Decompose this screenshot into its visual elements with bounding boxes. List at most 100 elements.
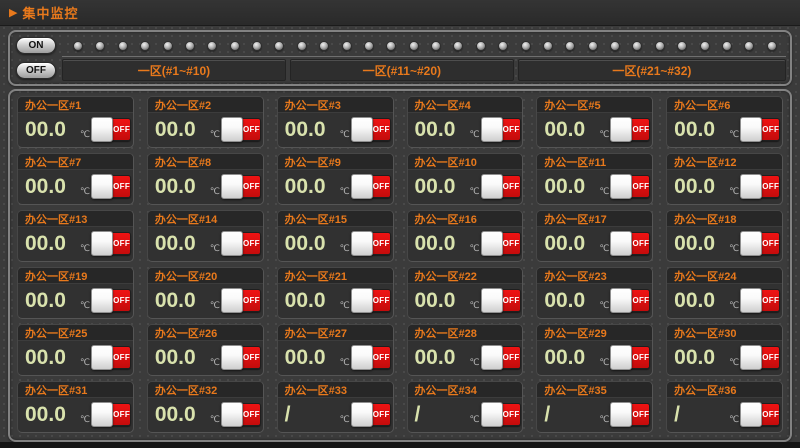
toggle-knob[interactable] xyxy=(351,231,373,256)
zone-cell-body: /℃OFF xyxy=(537,398,652,432)
power-toggle[interactable]: OFF xyxy=(92,289,131,312)
toggle-knob[interactable] xyxy=(610,402,632,427)
temperature-value: 00.0 xyxy=(674,176,728,197)
power-toggle[interactable]: OFF xyxy=(222,289,261,312)
power-toggle[interactable]: OFF xyxy=(741,175,780,198)
toggle-knob[interactable] xyxy=(481,345,503,370)
bottom-edge xyxy=(0,442,800,448)
toggle-knob[interactable] xyxy=(481,117,503,142)
temperature-unit: ℃ xyxy=(470,414,480,425)
power-toggle[interactable]: OFF xyxy=(92,346,131,369)
zone-cell-body: /℃OFF xyxy=(408,398,523,432)
toggle-knob[interactable] xyxy=(610,288,632,313)
temperature-value: 00.0 xyxy=(415,176,469,197)
led-indicator xyxy=(655,41,665,51)
power-toggle[interactable]: OFF xyxy=(222,175,261,198)
zone-tab-3[interactable]: 一区(#21~#32) xyxy=(518,59,786,81)
zone-label: 办公一区#13 xyxy=(18,211,133,227)
power-toggle[interactable]: OFF xyxy=(222,232,261,255)
power-toggle[interactable]: OFF xyxy=(611,403,650,426)
power-toggle[interactable]: OFF xyxy=(741,346,780,369)
toggle-knob[interactable] xyxy=(351,174,373,199)
power-toggle[interactable]: OFF xyxy=(352,175,391,198)
toggle-knob[interactable] xyxy=(351,402,373,427)
toggle-knob[interactable] xyxy=(91,231,113,256)
toggle-knob[interactable] xyxy=(610,345,632,370)
power-toggle[interactable]: OFF xyxy=(352,118,391,141)
toggle-knob[interactable] xyxy=(351,345,373,370)
toggle-knob[interactable] xyxy=(221,345,243,370)
power-toggle[interactable]: OFF xyxy=(222,403,261,426)
power-toggle[interactable]: OFF xyxy=(352,289,391,312)
power-toggle[interactable]: OFF xyxy=(222,118,261,141)
power-toggle[interactable]: OFF xyxy=(92,175,131,198)
power-toggle[interactable]: OFF xyxy=(611,118,650,141)
toggle-knob[interactable] xyxy=(481,288,503,313)
toggle-knob[interactable] xyxy=(221,174,243,199)
on-button[interactable]: ON xyxy=(16,37,56,54)
power-toggle[interactable]: OFF xyxy=(741,289,780,312)
power-toggle[interactable]: OFF xyxy=(482,118,521,141)
power-toggle[interactable]: OFF xyxy=(482,289,521,312)
power-toggle[interactable]: OFF xyxy=(92,232,131,255)
temperature-value: 00.0 xyxy=(25,119,79,140)
power-toggle[interactable]: OFF xyxy=(352,346,391,369)
temperature-unit: ℃ xyxy=(599,414,609,425)
temperature-unit: ℃ xyxy=(729,243,739,254)
zone-label: 办公一区#36 xyxy=(667,382,782,398)
zone-cell: 办公一区#500.0℃OFF xyxy=(536,96,653,148)
power-toggle[interactable]: OFF xyxy=(92,118,131,141)
power-toggle[interactable]: OFF xyxy=(741,232,780,255)
toggle-knob[interactable] xyxy=(91,345,113,370)
toggle-knob[interactable] xyxy=(610,117,632,142)
zone-tab-2[interactable]: 一区(#11~#20) xyxy=(290,59,514,81)
toggle-knob[interactable] xyxy=(91,402,113,427)
temperature-value: 00.0 xyxy=(674,347,728,368)
toggle-knob[interactable] xyxy=(221,402,243,427)
power-toggle[interactable]: OFF xyxy=(92,403,131,426)
toggle-knob[interactable] xyxy=(610,231,632,256)
toggle-knob[interactable] xyxy=(351,117,373,142)
toggle-knob[interactable] xyxy=(221,288,243,313)
toggle-state-label: OFF xyxy=(113,119,130,140)
power-toggle[interactable]: OFF xyxy=(352,403,391,426)
temperature-value: / xyxy=(544,404,598,425)
power-toggle[interactable]: OFF xyxy=(611,346,650,369)
power-toggle[interactable]: OFF xyxy=(352,232,391,255)
toggle-knob[interactable] xyxy=(221,231,243,256)
power-toggle[interactable]: OFF xyxy=(482,346,521,369)
toggle-knob[interactable] xyxy=(740,117,762,142)
zone-label: 办公一区#27 xyxy=(278,325,393,341)
toggle-knob[interactable] xyxy=(481,174,503,199)
power-toggle[interactable]: OFF xyxy=(741,403,780,426)
power-toggle[interactable]: OFF xyxy=(482,232,521,255)
power-toggle[interactable]: OFF xyxy=(222,346,261,369)
zone-cell-body: 00.0℃OFF xyxy=(148,341,263,375)
toggle-knob[interactable] xyxy=(91,174,113,199)
toggle-knob[interactable] xyxy=(740,288,762,313)
toggle-knob[interactable] xyxy=(91,288,113,313)
toggle-knob[interactable] xyxy=(610,174,632,199)
toggle-state-label: OFF xyxy=(503,347,520,368)
toggle-knob[interactable] xyxy=(481,231,503,256)
toggle-knob[interactable] xyxy=(740,174,762,199)
toggle-knob[interactable] xyxy=(740,402,762,427)
power-toggle[interactable]: OFF xyxy=(611,232,650,255)
toggle-knob[interactable] xyxy=(740,231,762,256)
power-toggle[interactable]: OFF xyxy=(482,175,521,198)
toggle-knob[interactable] xyxy=(221,117,243,142)
zone-tab-1[interactable]: 一区(#1~#10) xyxy=(62,59,286,81)
toggle-knob[interactable] xyxy=(481,402,503,427)
zone-cell: 办公一区#1700.0℃OFF xyxy=(536,210,653,262)
power-toggle[interactable]: OFF xyxy=(741,118,780,141)
temperature-value: 00.0 xyxy=(544,176,598,197)
power-toggle[interactable]: OFF xyxy=(611,289,650,312)
zone-cell-body: 00.0℃OFF xyxy=(278,170,393,204)
toggle-knob[interactable] xyxy=(351,288,373,313)
power-toggle[interactable]: OFF xyxy=(482,403,521,426)
off-button[interactable]: OFF xyxy=(16,62,56,79)
power-toggle[interactable]: OFF xyxy=(611,175,650,198)
toggle-knob[interactable] xyxy=(740,345,762,370)
toggle-knob[interactable] xyxy=(91,117,113,142)
page-title: 集中监控 xyxy=(22,3,78,22)
